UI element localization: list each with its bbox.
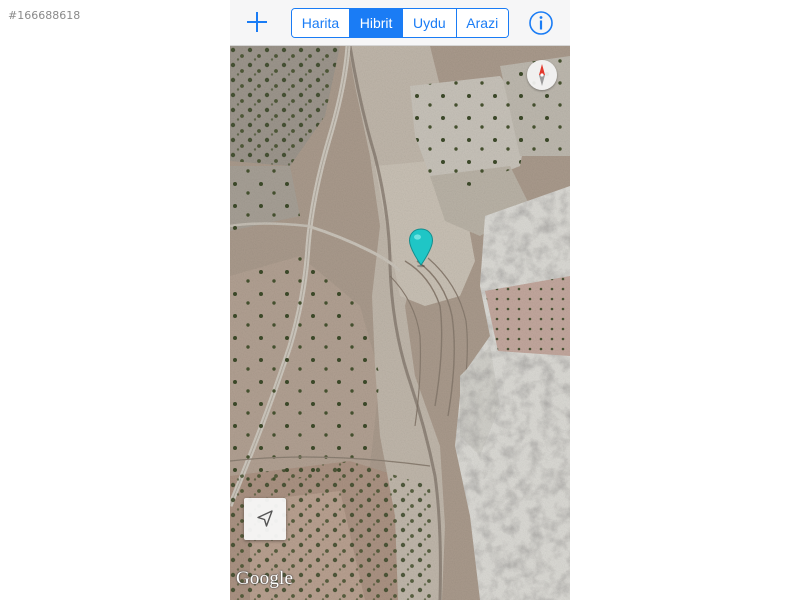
map-type-label: Arazi [466, 15, 499, 31]
google-attribution: Google [236, 568, 294, 589]
map-pin-icon [408, 228, 434, 268]
location-arrow-icon [257, 510, 273, 527]
map-type-label: Uydu [413, 15, 446, 31]
maps-app-screen: Harita Hibrit Uydu Arazi Google [230, 0, 570, 600]
map-toolbar: Harita Hibrit Uydu Arazi [230, 0, 570, 46]
map-type-selector: Harita Hibrit Uydu Arazi [291, 8, 509, 38]
map-type-uydu[interactable]: Uydu [402, 9, 456, 37]
map-type-arazi[interactable]: Arazi [455, 9, 508, 37]
info-button[interactable] [528, 10, 554, 36]
map-type-harita[interactable]: Harita [292, 9, 349, 37]
map-pin[interactable] [408, 228, 434, 268]
add-button[interactable] [244, 9, 270, 35]
compass-button[interactable] [527, 60, 557, 90]
info-icon [529, 11, 553, 35]
image-id-watermark: #166688618 [8, 9, 81, 22]
satellite-map[interactable]: Google [230, 46, 570, 600]
map-type-hibrit[interactable]: Hibrit [348, 9, 403, 37]
compass-icon [539, 64, 545, 86]
map-type-label: Harita [301, 15, 340, 31]
current-location-button[interactable] [244, 498, 286, 540]
plus-icon [247, 12, 267, 32]
map-type-label: Hibrit [359, 15, 393, 31]
